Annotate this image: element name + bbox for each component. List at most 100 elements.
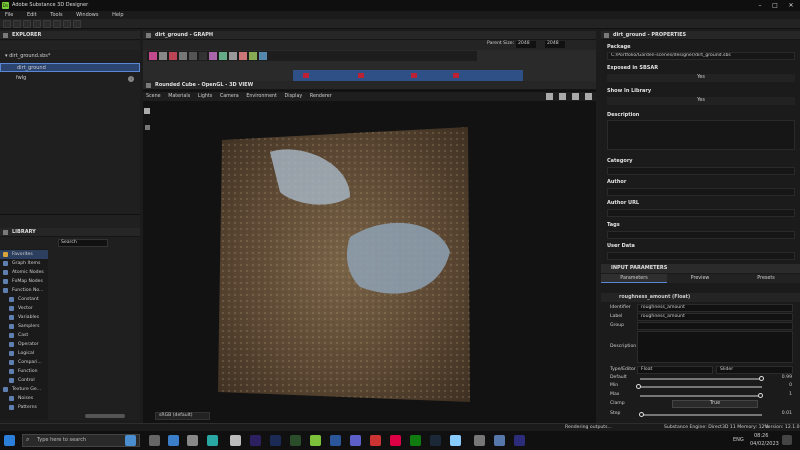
max-slider[interactable] [640, 395, 762, 397]
undo-icon[interactable] [63, 20, 71, 28]
library-cat-fxmap-nodes[interactable]: FxMap Nodes [0, 277, 48, 286]
library-cat-logical[interactable]: Logical [0, 349, 48, 358]
menu-help[interactable]: Help [112, 11, 123, 19]
colorspace-select[interactable]: sRGB (default) [155, 412, 210, 420]
tree-package[interactable]: ▾ dirt_ground.sbs* [0, 52, 140, 61]
library-cat-texture-generators[interactable]: Texture Ge... [0, 385, 48, 394]
library-cat-function-nodes[interactable]: Function No... [0, 286, 48, 295]
camera-icon[interactable] [144, 108, 150, 114]
tab-parameters[interactable]: Parameters [601, 274, 667, 283]
library-search-input[interactable]: Search [58, 239, 108, 247]
app-icon[interactable] [450, 435, 461, 446]
settings-icon[interactable] [585, 93, 592, 100]
view-mode-icon[interactable] [546, 93, 553, 100]
notifications-icon[interactable] [782, 435, 792, 445]
palette-icon[interactable] [209, 52, 217, 60]
type-select[interactable]: Float [637, 366, 713, 374]
input-parameters-header[interactable]: INPUT PARAMETERS [601, 264, 800, 273]
param-description-field[interactable] [637, 331, 793, 363]
close-icon[interactable]: ✕ [785, 1, 797, 10]
graph-node[interactable] [303, 73, 309, 78]
library-cat-graph-items[interactable]: Graph Items [0, 259, 48, 268]
3d-viewport-render[interactable] [150, 102, 590, 420]
menu-tools[interactable]: Tools [50, 11, 62, 19]
library-cat-control[interactable]: Control [0, 376, 48, 385]
library-cat-samplers[interactable]: Samplers [0, 322, 48, 331]
author-field[interactable] [607, 188, 795, 196]
teams-icon[interactable] [350, 435, 361, 446]
unreal-icon[interactable] [474, 435, 485, 446]
3d-menu-scene[interactable]: Scene [146, 92, 161, 101]
group-select[interactable] [637, 322, 793, 330]
exposed-value[interactable]: Yes [607, 74, 795, 82]
library-cat-patterns[interactable]: Patterns [0, 403, 48, 412]
menu-file[interactable]: File [5, 11, 13, 19]
graph-node[interactable] [358, 73, 364, 78]
palette-icon[interactable] [189, 52, 197, 60]
graph-node[interactable] [411, 73, 417, 78]
library-cat-favorites[interactable]: Favorites [0, 250, 48, 259]
graph-node[interactable] [453, 73, 459, 78]
language-indicator[interactable]: ENG [733, 437, 744, 443]
designer-icon[interactable] [310, 435, 321, 446]
painter-icon[interactable] [290, 435, 301, 446]
windows-start-icon[interactable] [4, 435, 15, 446]
app-icon[interactable] [514, 435, 525, 446]
menu-edit[interactable]: Edit [27, 11, 37, 19]
minimize-icon[interactable]: – [754, 1, 766, 10]
app-icon[interactable] [207, 435, 218, 446]
palette-icon[interactable] [249, 52, 257, 60]
open-icon[interactable] [13, 20, 21, 28]
library-cat-cast[interactable]: Cast [0, 331, 48, 340]
save-icon[interactable] [23, 20, 31, 28]
clock-date[interactable]: 04/02/2023 [750, 441, 779, 447]
default-value[interactable]: 0.99 [772, 375, 792, 380]
clamp-toggle[interactable]: True [672, 400, 758, 408]
light-icon[interactable] [145, 125, 150, 130]
min-value[interactable]: 0 [772, 383, 792, 388]
library-cat-vector[interactable]: Vector [0, 304, 48, 313]
tree-graph-dirt-ground[interactable]: dirt_ground [0, 63, 140, 72]
3d-menu-lights[interactable]: Lights [198, 92, 212, 101]
info-icon[interactable]: i [128, 76, 134, 82]
palette-icon[interactable] [199, 52, 207, 60]
default-slider[interactable] [640, 378, 762, 380]
tab-presets[interactable]: Presets [733, 274, 799, 283]
app-icon[interactable] [370, 435, 381, 446]
palette-icon[interactable] [259, 52, 267, 60]
redo-icon[interactable] [73, 20, 81, 28]
screenshot-icon[interactable] [572, 93, 579, 100]
photoshop-icon[interactable] [270, 435, 281, 446]
edge-icon[interactable] [168, 435, 179, 446]
premiere-icon[interactable] [250, 435, 261, 446]
tags-field[interactable] [607, 231, 795, 239]
app-icon[interactable] [187, 435, 198, 446]
maximize-icon[interactable]: □ [769, 1, 781, 10]
library-scrollbar[interactable] [85, 414, 125, 418]
library-cat-constant[interactable]: Constant [0, 295, 48, 304]
new-icon[interactable] [3, 20, 11, 28]
author-url-field[interactable] [607, 209, 795, 217]
palette-icon[interactable] [149, 52, 157, 60]
task-view-icon[interactable] [149, 435, 160, 446]
import-icon[interactable] [43, 20, 51, 28]
parent-size-select[interactable]: 2048 [516, 41, 536, 48]
label-input[interactable]: roughness_amount [637, 313, 793, 321]
min-slider[interactable] [640, 386, 762, 388]
clock-time[interactable]: 08:26 [754, 433, 768, 439]
palette-icon[interactable] [179, 52, 187, 60]
export-icon[interactable] [53, 20, 61, 28]
3d-menu-renderer[interactable]: Renderer [310, 92, 332, 101]
library-cat-function[interactable]: Function [0, 367, 48, 376]
default-slider-handle[interactable] [758, 376, 764, 381]
xbox-icon[interactable] [410, 435, 421, 446]
user-data-field[interactable] [607, 252, 795, 260]
weather-icon[interactable] [125, 435, 136, 446]
app-icon[interactable] [494, 435, 505, 446]
step-slider[interactable] [640, 414, 762, 416]
word-icon[interactable] [330, 435, 341, 446]
editor-select[interactable]: Slider [716, 366, 793, 374]
tree-folder[interactable]: fwlg i [0, 74, 140, 83]
min-slider-handle[interactable] [636, 384, 641, 389]
identifier-input[interactable]: roughness_amount [637, 304, 793, 312]
